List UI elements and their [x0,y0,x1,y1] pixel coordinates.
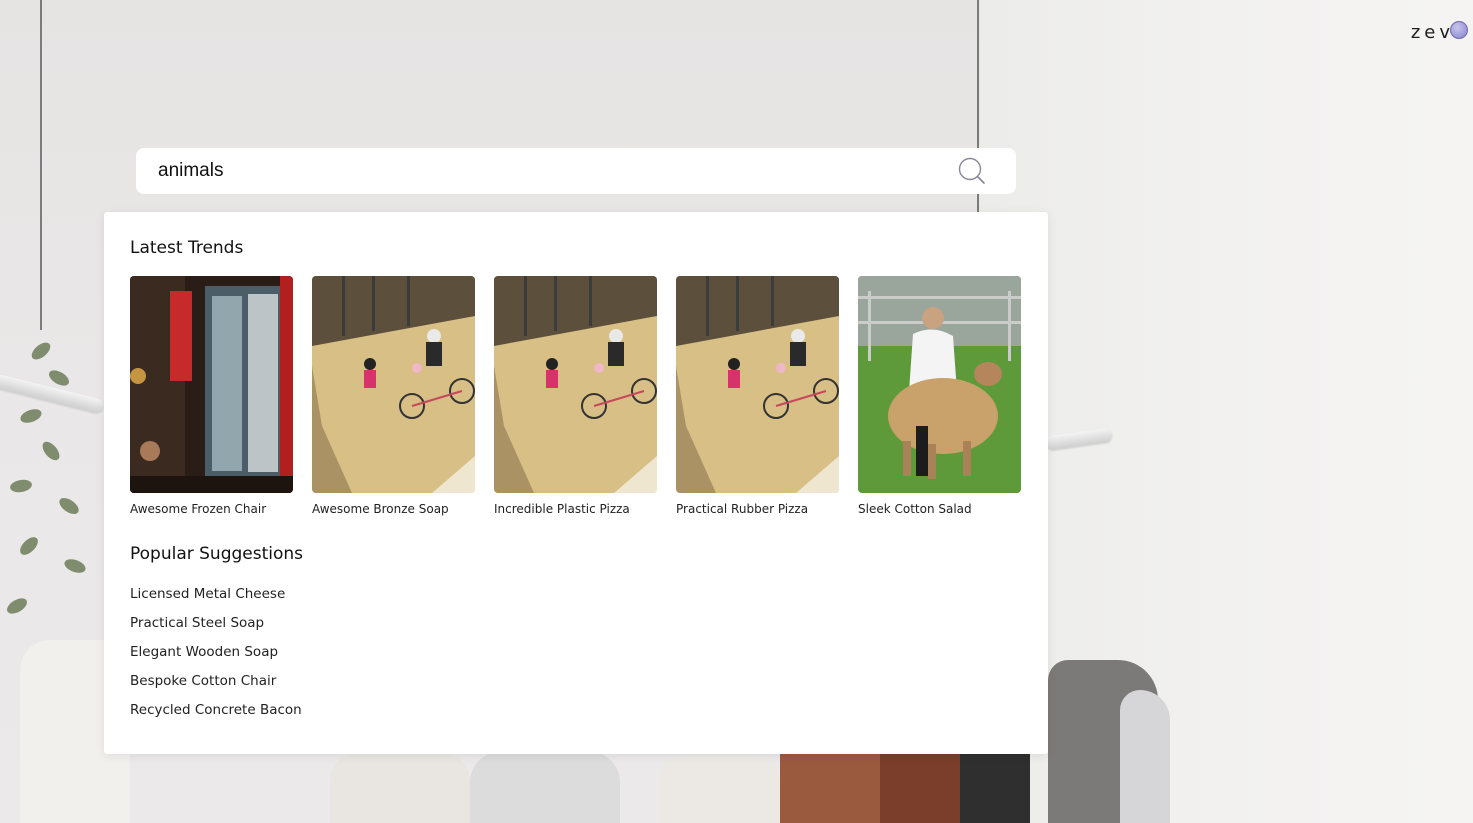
suggestion-item[interactable]: Practical Steel Soap [130,609,1022,638]
popular-suggestions-heading: Popular Suggestions [130,544,304,564]
search-icon[interactable] [958,157,986,185]
suggestion-item[interactable]: Licensed Metal Cheese [130,580,1022,609]
suggestion-item[interactable]: Elegant Wooden Soap [130,638,1022,667]
suggestion-item[interactable]: Recycled Concrete Bacon [130,696,1022,725]
trend-card-label: Practical Rubber Pizza [676,502,809,516]
trend-cards: Awesome Frozen Chair Awesome Bronze Soap… [130,276,1022,516]
trend-card-label: Awesome Frozen Chair [130,502,267,516]
trend-card-image [858,276,1021,493]
trend-card-label: Incredible Plastic Pizza [494,502,630,516]
trend-card-label: Awesome Bronze Soap [312,502,449,516]
trend-card-label: Sleek Cotton Salad [858,502,972,516]
trend-card[interactable]: Sleek Cotton Salad [858,276,1021,516]
trend-card[interactable]: Awesome Bronze Soap [312,276,475,516]
suggestion-item[interactable]: Bespoke Cotton Chair [130,667,1022,696]
trend-card[interactable]: Practical Rubber Pizza [676,276,839,516]
latest-trends-heading: Latest Trends [130,238,244,258]
logo-dot-icon [1450,21,1468,39]
trend-card[interactable]: Incredible Plastic Pizza [494,276,657,516]
trend-card[interactable]: Awesome Frozen Chair [130,276,293,516]
suggestions-list: Licensed Metal Cheese Practical Steel So… [130,580,1022,725]
trend-card-image [130,276,293,493]
search-input[interactable] [158,160,958,182]
search-bar [136,148,1016,194]
search-suggestions-panel: Latest Trends Awesome Frozen Chair Aweso… [104,212,1048,754]
trend-card-image [676,276,839,493]
trend-card-image [494,276,657,493]
trend-card-image [312,276,475,493]
